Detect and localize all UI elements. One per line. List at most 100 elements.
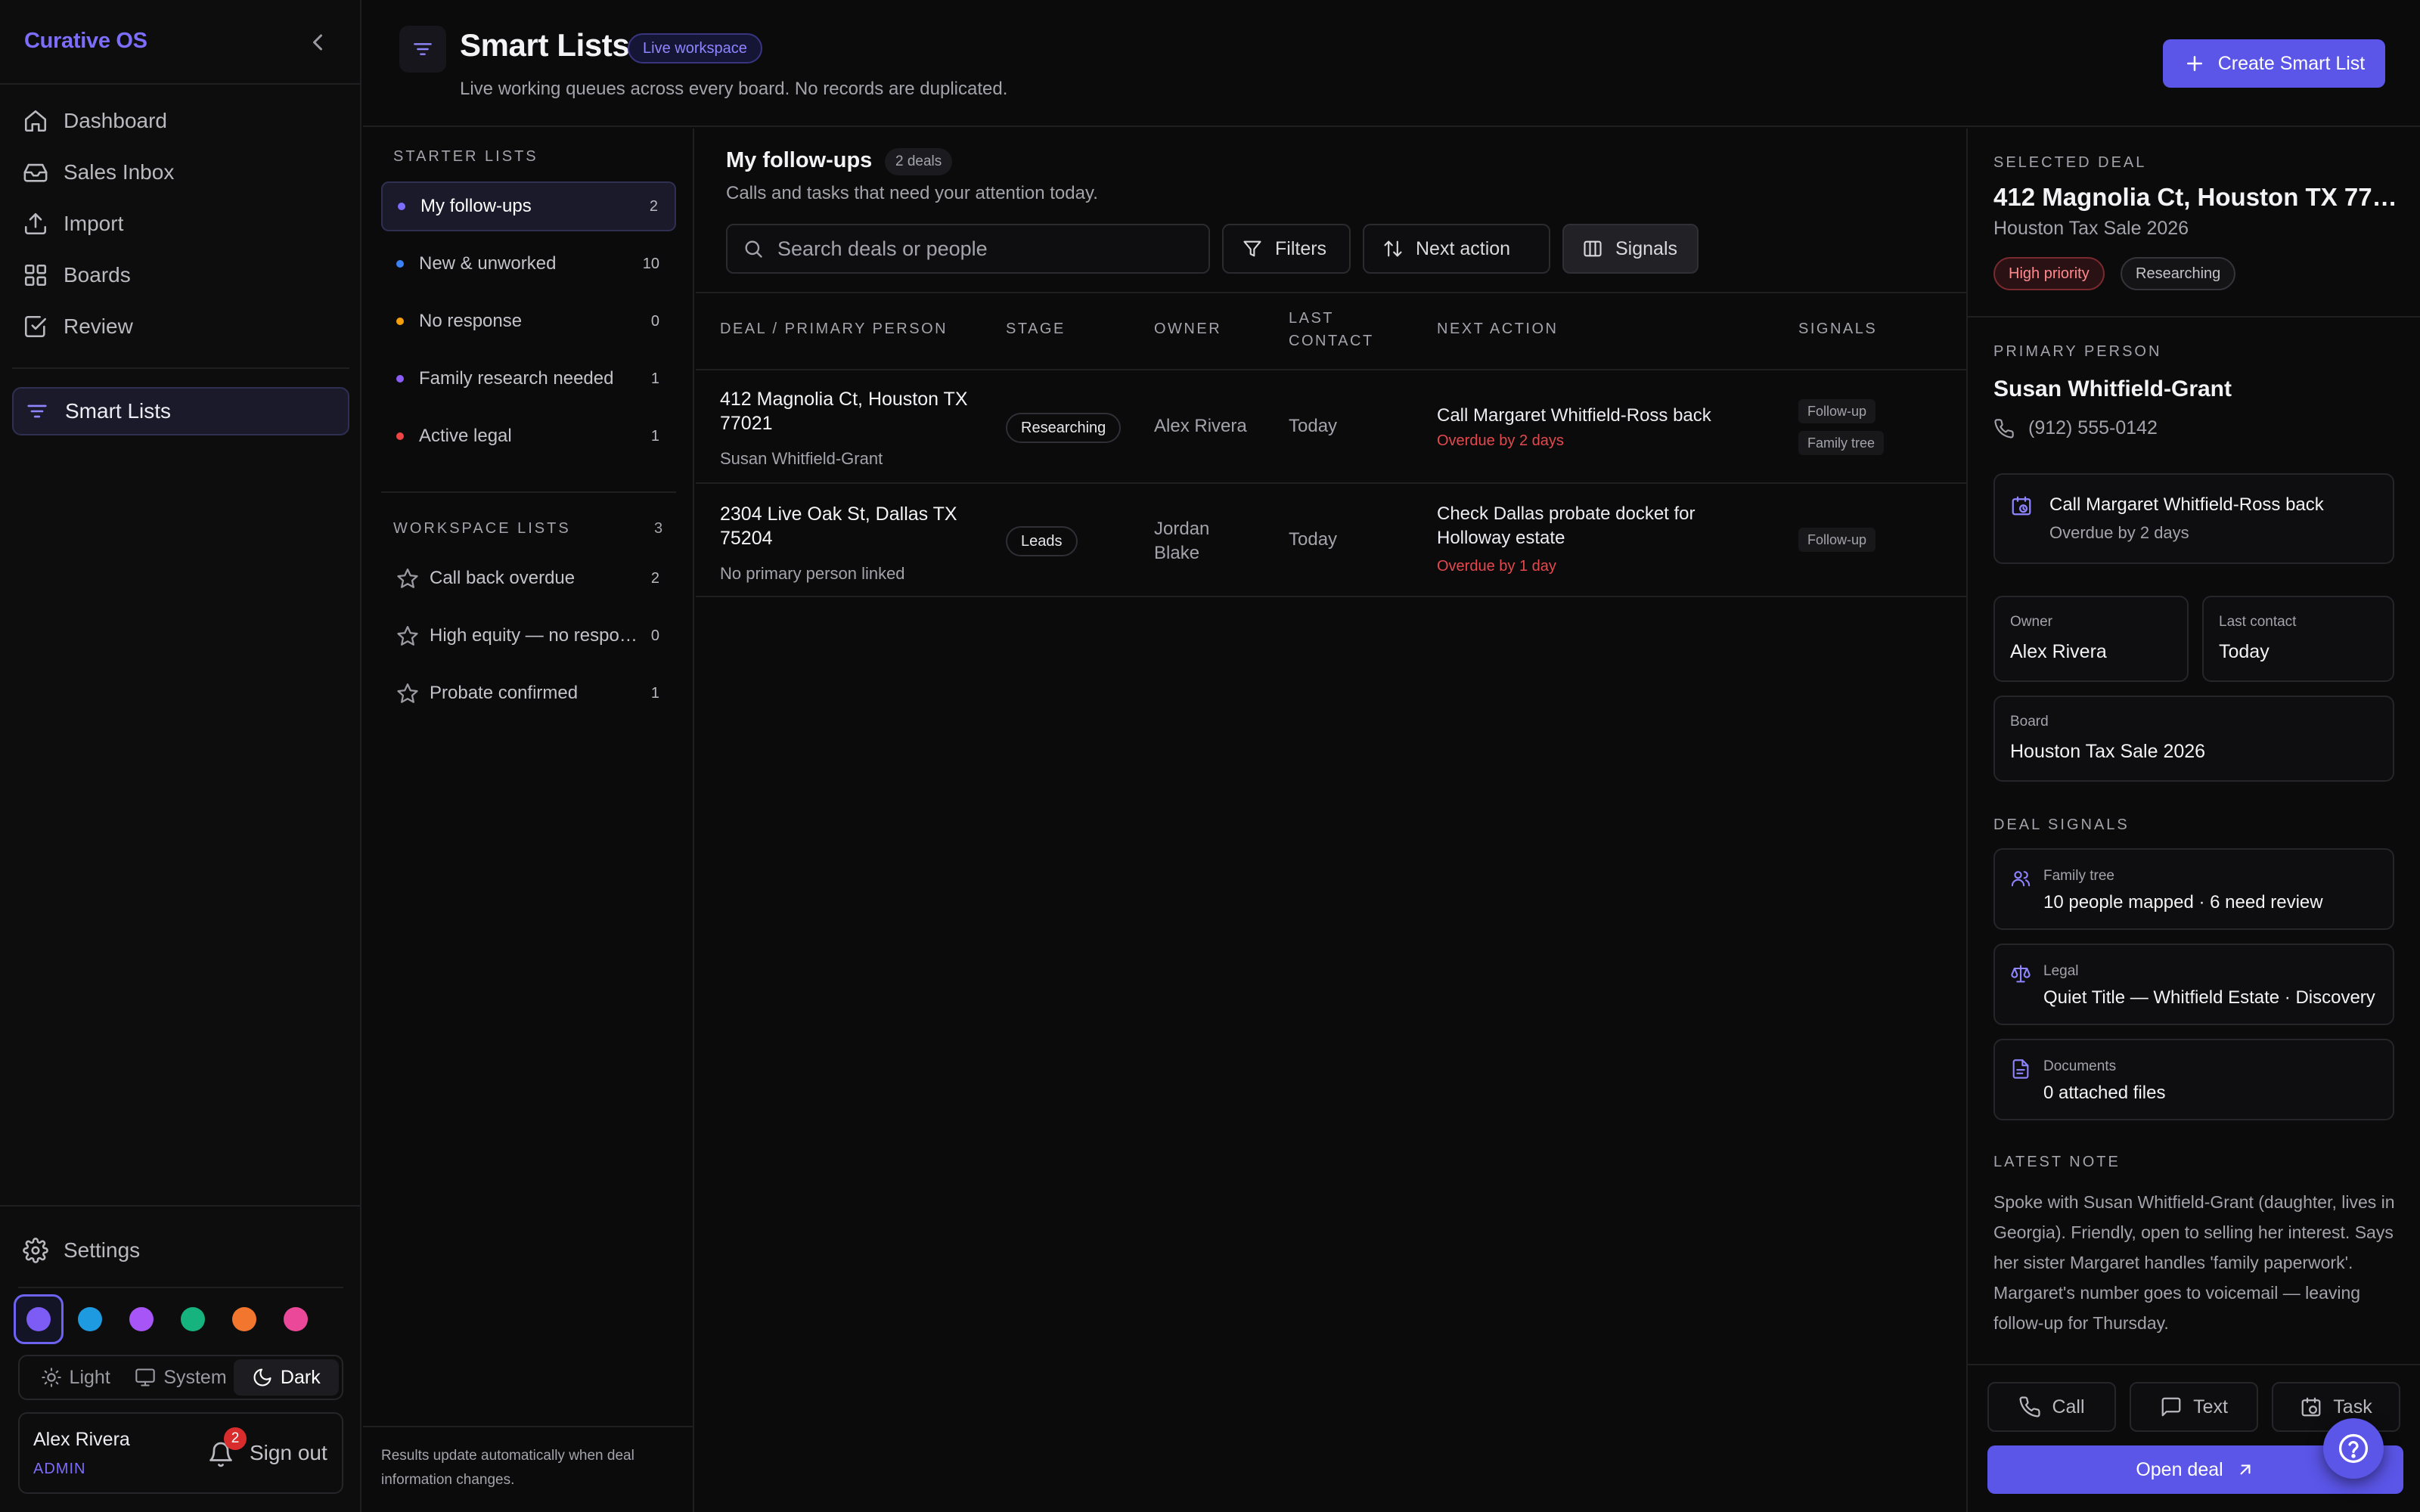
workspace-lists-count: 3 xyxy=(654,520,663,537)
list-item-probate-confirmed[interactable]: Probate confirmed 1 xyxy=(381,668,676,718)
signal-value: 0 attached files xyxy=(2043,1083,2166,1103)
sidebar: Curative OS Dashboard Sales Inbox Import… xyxy=(0,0,361,1512)
priority-badge: High priority xyxy=(1993,257,2105,290)
latest-note-text: Spoke with Susan Whitfield-Grant (daught… xyxy=(1993,1192,2395,1333)
search-placeholder: Search deals or people xyxy=(777,237,988,260)
collapse-sidebar-chevron-left-icon[interactable] xyxy=(304,29,331,56)
list-item-high-equity-no-response[interactable]: High equity — no response 0 xyxy=(381,611,676,661)
theme-light-button[interactable]: Light xyxy=(23,1359,128,1396)
calendar-clock-icon xyxy=(2012,496,2031,516)
primary-person-phone[interactable]: (912) 555-0142 xyxy=(1993,417,2158,439)
open-deal-label: Open deal xyxy=(2136,1458,2223,1480)
signal-card-documents[interactable]: Documents 0 attached files xyxy=(1993,1039,2394,1120)
owner-key: Owner xyxy=(2010,614,2052,630)
primary-person-name[interactable]: Susan Whitfield-Grant xyxy=(1993,376,2232,402)
list-item-count: 1 xyxy=(650,370,659,387)
column-header-owner[interactable]: OWNER xyxy=(1154,318,1221,340)
deal-last-contact: Today xyxy=(1289,416,1338,436)
owner-card: Owner Alex Rivera xyxy=(1993,596,2189,682)
swatch-dot xyxy=(26,1307,51,1331)
signal-tag: Family tree xyxy=(1798,431,1885,455)
theme-switcher: Light System Dark xyxy=(18,1355,343,1400)
sort-next-action-button[interactable]: Next action xyxy=(1363,224,1550,274)
theme-dark-button[interactable]: Dark xyxy=(233,1359,339,1396)
selected-deal-heading: SELECTED DEAL xyxy=(1993,154,2147,171)
nav-item-sales-inbox[interactable]: Sales Inbox xyxy=(12,148,349,197)
list-item-family-research-needed[interactable]: Family research needed 1 xyxy=(381,354,676,404)
signal-key: Documents xyxy=(2043,1058,2117,1074)
accent-swatch-green[interactable] xyxy=(168,1294,218,1344)
text-button[interactable]: Text xyxy=(2130,1382,2258,1432)
deal-address: 412 Magnolia Ct, Houston TX 77021 xyxy=(720,389,968,434)
sign-out-button[interactable]: Sign out xyxy=(250,1441,327,1465)
lists-panel: STARTER LISTS My follow-ups 2 New & unwo… xyxy=(363,129,694,1512)
lists-footer-note: Results update automatically when deal i… xyxy=(381,1448,634,1488)
list-item-count: 0 xyxy=(650,312,659,330)
signals-columns-button[interactable]: Signals xyxy=(1562,224,1699,274)
smart-lists-filter-icon xyxy=(399,26,446,73)
queue-count-badge: 2 deals xyxy=(885,148,953,175)
list-item-new-unworked[interactable]: New & unworked 10 xyxy=(381,239,676,289)
plus-icon xyxy=(2186,56,2202,71)
column-header-signals[interactable]: SIGNALS xyxy=(1798,318,1877,340)
accent-swatch-orange[interactable] xyxy=(219,1294,269,1344)
page-title: Smart Lists xyxy=(460,27,630,63)
last-contact-value: Today xyxy=(2219,641,2270,662)
nav-item-smart-lists[interactable]: Smart Lists xyxy=(12,387,349,435)
gear-icon xyxy=(23,1238,48,1263)
calendar-clock-icon xyxy=(2301,1397,2321,1417)
create-smart-list-button[interactable]: Create Smart List xyxy=(2163,39,2385,88)
overdue-text: Overdue by 1 day xyxy=(1437,558,1556,575)
primary-person-heading: PRIMARY PERSON xyxy=(1993,343,2162,360)
selected-deal-title: 412 Magnolia Ct, Houston TX 77021 xyxy=(1993,183,2402,211)
theme-dark-label: Dark xyxy=(280,1366,321,1388)
column-header-deal[interactable]: DEAL / PRIMARY PERSON xyxy=(720,318,948,340)
nav-item-label: Dashboard xyxy=(64,109,167,132)
nav-item-boards[interactable]: Boards xyxy=(12,251,349,299)
help-question-icon[interactable] xyxy=(2323,1418,2384,1479)
list-item-call-back-overdue[interactable]: Call back overdue 2 xyxy=(381,553,676,603)
stage-pill: Leads xyxy=(1006,526,1078,556)
list-item-active-legal[interactable]: Active legal 1 xyxy=(381,411,676,461)
list-item-count: 1 xyxy=(650,427,659,445)
list-item-count: 10 xyxy=(642,255,659,272)
search-input[interactable]: Search deals or people xyxy=(726,224,1210,274)
list-item-no-response[interactable]: No response 0 xyxy=(381,296,676,346)
text-label: Text xyxy=(2193,1396,2228,1418)
arrow-up-right-icon xyxy=(2240,1464,2251,1475)
list-item-label: Active legal xyxy=(419,426,512,446)
stage-badge: Researching xyxy=(2121,257,2236,290)
swatch-dot xyxy=(129,1307,154,1331)
starter-lists-heading: STARTER LISTS xyxy=(393,148,538,165)
deal-owner: Jordan Blake xyxy=(1154,519,1210,563)
filters-button[interactable]: Filters xyxy=(1222,224,1351,274)
accent-swatch-violet[interactable] xyxy=(14,1294,64,1344)
monitor-icon xyxy=(135,1368,156,1387)
scales-icon xyxy=(2011,965,2031,983)
column-header-next-action[interactable]: NEXT ACTION xyxy=(1437,318,1559,340)
column-header-stage[interactable]: STAGE xyxy=(1006,318,1066,340)
nav-item-dashboard[interactable]: Dashboard xyxy=(12,97,349,145)
star-icon xyxy=(397,626,418,646)
call-button[interactable]: Call xyxy=(1987,1382,2116,1432)
next-task-card[interactable]: Call Margaret Whitfield-Ross back Overdu… xyxy=(1993,473,2394,564)
nav-item-import[interactable]: Import xyxy=(12,200,349,248)
accent-swatch-blue[interactable] xyxy=(65,1294,115,1344)
table-row[interactable]: 2304 Live Oak St, Dallas TX 75204 No pri… xyxy=(696,484,1966,596)
star-icon xyxy=(397,683,418,703)
table-row[interactable]: 412 Magnolia Ct, Houston TX 77021 Susan … xyxy=(696,370,1966,482)
page-subtitle: Live working queues across every board. … xyxy=(460,79,1008,99)
signal-card-family-tree[interactable]: Family tree 10 people mapped · 6 need re… xyxy=(1993,848,2394,930)
nav-item-review[interactable]: Review xyxy=(12,302,349,351)
nav-item-settings[interactable]: Settings xyxy=(12,1226,349,1275)
page-header: Smart Lists Live workspace Live working … xyxy=(363,0,2420,127)
accent-swatch-purple[interactable] xyxy=(116,1294,166,1344)
theme-system-button[interactable]: System xyxy=(128,1359,233,1396)
list-item-my-follow-ups[interactable]: My follow-ups 2 xyxy=(381,181,676,231)
swatch-dot xyxy=(284,1307,308,1331)
nav-item-label: Smart Lists xyxy=(65,399,172,423)
column-header-last-contact[interactable]: LAST CONTACT xyxy=(1289,307,1387,352)
signal-card-legal[interactable]: Legal Quiet Title — Whitfield Estate · D… xyxy=(1993,943,2394,1025)
accent-swatch-pink[interactable] xyxy=(271,1294,321,1344)
brand-logo[interactable]: Curative OS xyxy=(24,29,147,54)
